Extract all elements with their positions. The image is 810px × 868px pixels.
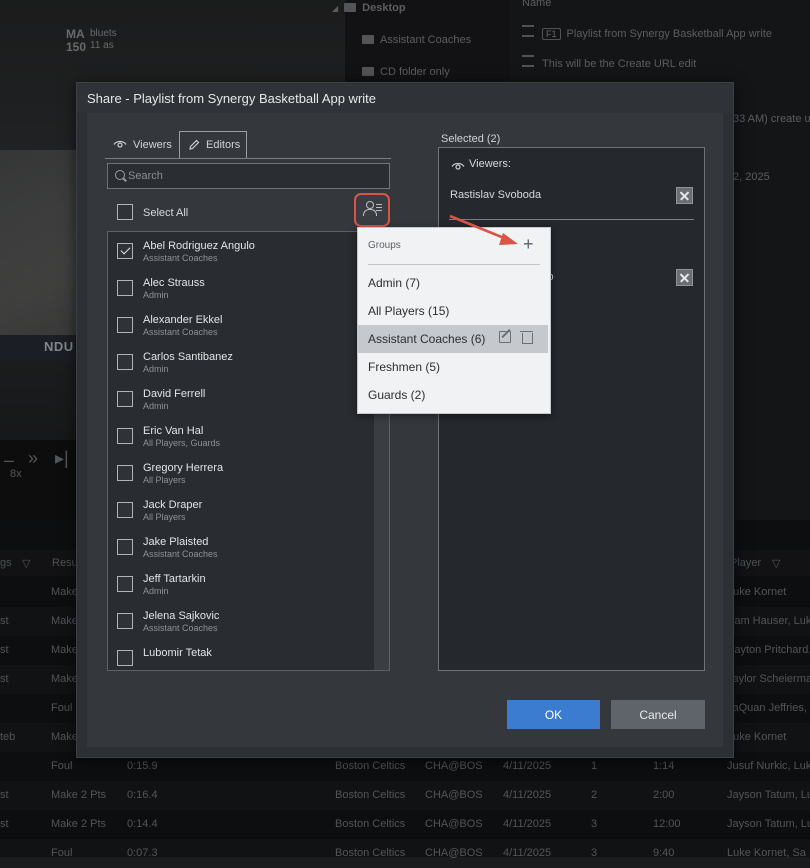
user-group: All Players — [143, 512, 186, 522]
delete-group-icon[interactable] — [522, 333, 533, 344]
user-list-item[interactable]: Jack Draper All Players — [108, 492, 373, 529]
remove-editor-button[interactable] — [676, 269, 693, 286]
selected-count-label: Selected (2) — [441, 133, 501, 145]
select-all-checkbox[interactable] — [117, 204, 133, 220]
group-item[interactable]: All Players (15) — [358, 297, 548, 325]
remove-viewer-button[interactable] — [676, 187, 693, 204]
user-list-item[interactable]: Lubomir Tetak — [108, 640, 373, 670]
user-checkbox[interactable] — [117, 465, 133, 481]
tab-viewers[interactable]: Viewers — [105, 131, 177, 158]
user-list-item[interactable]: David Ferrell Admin — [108, 381, 373, 418]
user-group: All Players — [143, 475, 186, 485]
user-group: Admin — [143, 364, 169, 374]
user-list-item[interactable]: Alexander Ekkel Assistant Coaches — [108, 307, 373, 344]
user-checkbox[interactable] — [117, 576, 133, 592]
list-lines-icon — [376, 210, 382, 212]
user-name: David Ferrell — [143, 388, 206, 400]
user-group: Admin — [143, 290, 169, 300]
user-group: Admin — [143, 401, 169, 411]
tab-editors[interactable]: Editors — [179, 131, 247, 158]
groups-divider — [368, 264, 540, 265]
user-name: Jack Draper — [143, 499, 203, 511]
group-item-label: Guards (2) — [368, 388, 426, 402]
section-divider — [449, 219, 694, 220]
user-checkbox[interactable] — [117, 613, 133, 629]
tab-editors-label: Editors — [206, 139, 241, 151]
user-name: Alexander Ekkel — [143, 314, 223, 326]
user-list-item[interactable]: Gregory Herrera All Players — [108, 455, 373, 492]
user-group-icon — [366, 201, 374, 209]
tab-divider — [105, 158, 391, 159]
eye-icon — [113, 140, 127, 148]
user-checkbox[interactable] — [117, 391, 133, 407]
user-group: All Players, Guards — [143, 438, 221, 448]
search-box[interactable] — [107, 163, 390, 189]
checkmark-icon — [120, 244, 131, 255]
group-item-label: Assistant Coaches (6) — [368, 332, 486, 346]
user-list-item[interactable]: Carlos Santibanez Admin — [108, 344, 373, 381]
groups-button[interactable] — [354, 193, 390, 227]
user-list-item[interactable]: Alec Strauss Admin — [108, 270, 373, 307]
tab-viewers-label: Viewers — [133, 138, 172, 151]
user-checkbox[interactable] — [117, 650, 133, 666]
user-checkbox[interactable] — [117, 428, 133, 444]
group-item[interactable]: Assistant Coaches (6) — [358, 325, 548, 353]
cancel-button[interactable]: Cancel — [611, 700, 705, 729]
user-name: Eric Van Hal — [143, 425, 204, 437]
user-name: Abel Rodriguez Angulo — [143, 240, 255, 252]
group-item[interactable]: Freshmen (5) — [358, 353, 548, 381]
group-item[interactable]: Guards (2) — [358, 381, 548, 409]
groups-dropdown: Groups + Admin (7) All Players (15) Assist… — [357, 227, 551, 414]
user-name: Jelena Sajkovic — [143, 610, 220, 622]
user-checkbox[interactable] — [117, 280, 133, 296]
groups-title: Groups — [368, 240, 401, 251]
user-checkbox[interactable] — [117, 502, 133, 518]
user-checkbox[interactable] — [117, 317, 133, 333]
group-item-label: All Players (15) — [368, 304, 450, 318]
user-list-item[interactable]: Jelena Sajkovic Assistant Coaches — [108, 603, 373, 640]
viewers-section-label: Viewers: — [469, 158, 511, 170]
user-name: Jeff Tartarkin — [143, 573, 206, 585]
group-item-label: Admin (7) — [368, 276, 421, 290]
add-group-icon[interactable]: + — [523, 234, 534, 255]
user-name: Alec Strauss — [143, 277, 205, 289]
user-group: Admin — [143, 586, 169, 596]
share-dialog: Share - Playlist from Synergy Basketball… — [76, 82, 734, 758]
select-all-label[interactable]: Select All — [143, 207, 188, 219]
search-input[interactable] — [128, 167, 378, 185]
user-list[interactable]: Abel Rodriguez Angulo Assistant Coaches Al… — [107, 231, 390, 671]
user-group-icon-body — [363, 209, 377, 216]
user-name: Jake Plaisted — [143, 536, 209, 548]
group-item-label: Freshmen (5) — [368, 360, 441, 374]
user-group: Assistant Coaches — [143, 327, 218, 337]
user-list-item[interactable]: Eric Van Hal All Players, Guards — [108, 418, 373, 455]
user-group: Assistant Coaches — [143, 549, 218, 559]
search-icon — [115, 170, 125, 180]
user-list-item[interactable]: Jake Plaisted Assistant Coaches — [108, 529, 373, 566]
pencil-icon — [189, 139, 200, 150]
user-group: Assistant Coaches — [143, 623, 218, 633]
user-group: Assistant Coaches — [143, 253, 218, 263]
dialog-title: Share - Playlist from Synergy Basketball… — [87, 91, 377, 106]
user-list-item[interactable]: Jeff Tartarkin Admin — [108, 566, 373, 603]
list-lines-icon — [376, 204, 382, 206]
user-list-item[interactable]: Abel Rodriguez Angulo Assistant Coaches — [108, 233, 373, 270]
user-checkbox[interactable] — [117, 539, 133, 555]
eye-icon — [451, 162, 465, 170]
list-lines-icon — [376, 207, 382, 209]
ok-button[interactable]: OK — [507, 700, 600, 729]
user-checkbox[interactable] — [117, 354, 133, 370]
user-name: Lubomir Tetak — [143, 647, 212, 659]
user-name: Gregory Herrera — [143, 462, 224, 474]
selected-viewer-name: Rastislav Svoboda — [450, 189, 542, 201]
group-item[interactable]: Admin (7) — [358, 269, 548, 297]
user-name: Carlos Santibanez — [143, 351, 233, 363]
user-checkbox[interactable] — [117, 243, 133, 259]
